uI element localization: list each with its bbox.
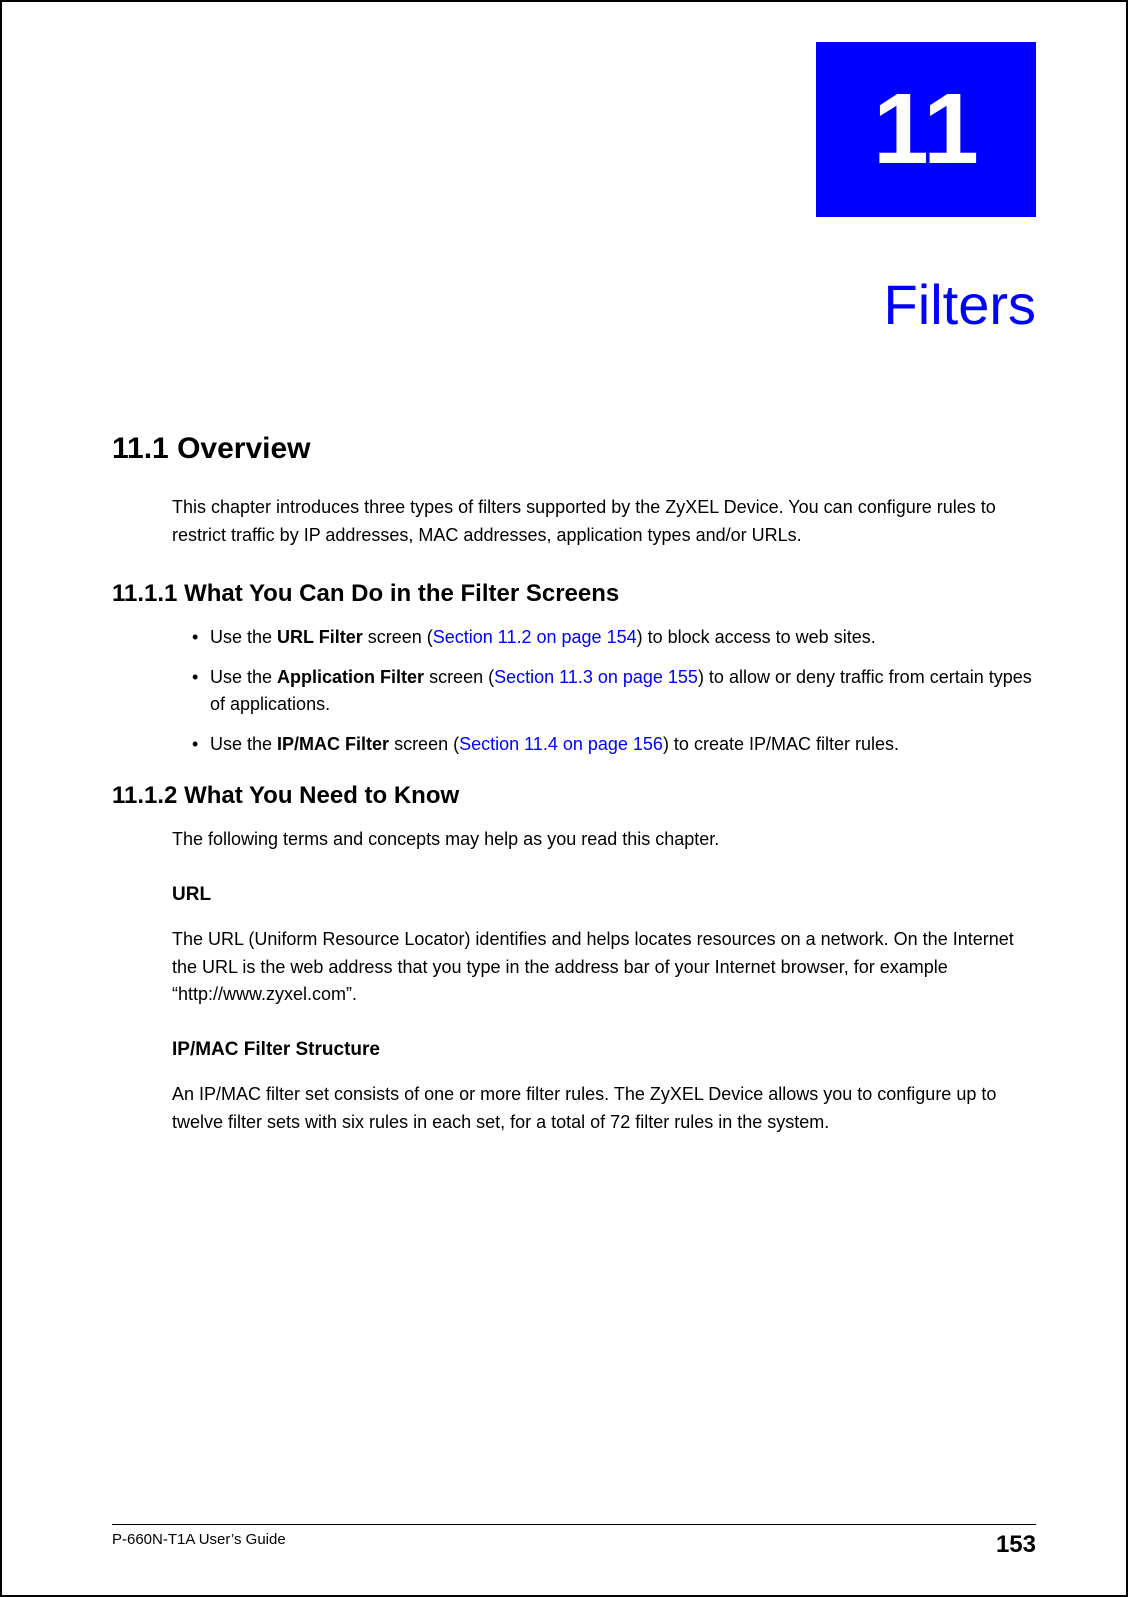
bullet-pre: Use the <box>210 627 277 647</box>
bullet-mid: screen ( <box>389 734 459 754</box>
url-body: The URL (Uniform Resource Locator) ident… <box>172 926 1036 1010</box>
bullet-post: ) to block access to web sites. <box>637 627 876 647</box>
list-item: Use the Application Filter screen (Secti… <box>192 664 1036 718</box>
footer-content: P-660N-T1A User’s Guide 153 <box>112 1531 1036 1559</box>
ipmac-body: An IP/MAC filter set consists of one or … <box>172 1081 1036 1137</box>
overview-body: This chapter introduces three types of f… <box>172 494 1036 550</box>
page-number: 153 <box>996 1531 1036 1559</box>
section-heading-need-to-know: 11.1.2 What You Need to Know <box>112 782 1036 810</box>
footer-divider <box>112 1524 1036 1525</box>
cross-ref-link[interactable]: Section 11.4 on page 156 <box>459 734 663 754</box>
chapter-number: 11 <box>873 72 979 187</box>
cross-ref-link[interactable]: Section 11.3 on page 155 <box>494 667 698 687</box>
bullet-mid: screen ( <box>424 667 494 687</box>
page-footer: P-660N-T1A User’s Guide 153 <box>2 1524 1126 1559</box>
sub-heading-ipmac: IP/MAC Filter Structure <box>172 1039 1036 1061</box>
bullet-bold: IP/MAC Filter <box>277 734 389 754</box>
bullet-pre: Use the <box>210 667 277 687</box>
bullet-post: ) to create IP/MAC filter rules. <box>663 734 899 754</box>
guide-title: P-660N-T1A User’s Guide <box>112 1531 286 1559</box>
sub-heading-url: URL <box>172 884 1036 906</box>
cross-ref-link[interactable]: Section 11.2 on page 154 <box>433 627 637 647</box>
bullet-bold: Application Filter <box>277 667 424 687</box>
need-to-know-intro: The following terms and concepts may hel… <box>172 826 1036 854</box>
chapter-number-box: 11 <box>816 42 1036 217</box>
page-content: 11.1 Overview This chapter introduces th… <box>112 432 1036 1167</box>
bullet-bold: URL Filter <box>277 627 363 647</box>
list-item: Use the URL Filter screen (Section 11.2 … <box>192 624 1036 651</box>
document-page: C H A P T E R 11 Filters 11.1 Overview T… <box>0 0 1128 1597</box>
section-heading-overview: 11.1 Overview <box>112 432 1036 466</box>
section-heading-what-you-can-do: 11.1.1 What You Can Do in the Filter Scr… <box>112 580 1036 608</box>
bullet-pre: Use the <box>210 734 277 754</box>
chapter-title: Filters <box>884 272 1036 337</box>
list-item: Use the IP/MAC Filter screen (Section 11… <box>192 731 1036 758</box>
bullet-list: Use the URL Filter screen (Section 11.2 … <box>192 624 1036 758</box>
chapter-label: C H A P T E R <box>172 147 469 158</box>
bullet-mid: screen ( <box>363 627 433 647</box>
